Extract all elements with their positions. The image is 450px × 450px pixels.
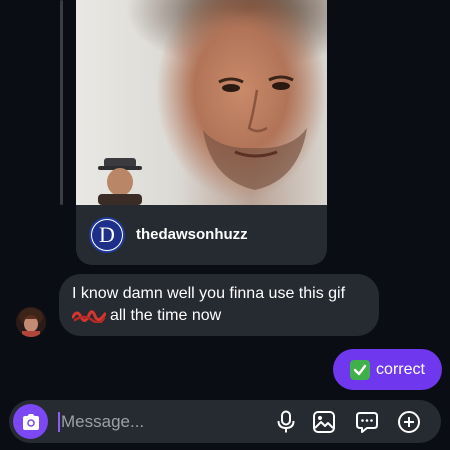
outgoing-message-text: correct (376, 360, 425, 378)
red-scribble-drawing (72, 310, 106, 323)
add-button[interactable] (397, 410, 421, 434)
message-composer (9, 400, 441, 443)
face-illustration (203, 75, 307, 190)
gallery-button[interactable] (312, 410, 336, 434)
post-author-row[interactable]: D thedawsonhuzz (76, 205, 327, 265)
microphone-icon (277, 410, 295, 433)
post-media-gif[interactable] (76, 0, 327, 205)
sticker-icon (356, 412, 378, 433)
camera-icon (22, 413, 39, 430)
author-avatar[interactable]: D (89, 217, 125, 253)
sender-avatar-image (16, 307, 46, 337)
gallery-icon (313, 411, 335, 433)
author-avatar-letter: D (92, 220, 122, 250)
sender-avatar[interactable] (16, 307, 46, 337)
incoming-message-line1: I know damn well you finna use this gif (72, 285, 346, 302)
plus-icon (398, 411, 420, 433)
white-check-mark-icon (350, 359, 371, 380)
incoming-message-line2-row: all the time now (72, 305, 372, 327)
microphone-button[interactable] (274, 410, 298, 434)
incoming-message-line2: all the time now (110, 307, 222, 324)
reply-thread-bar (60, 0, 63, 205)
inset-man-with-hat (98, 158, 142, 205)
message-input[interactable] (59, 406, 263, 438)
incoming-message-bubble[interactable]: I know damn well you finna use this gif … (59, 274, 379, 336)
camera-button[interactable] (13, 404, 48, 439)
sticker-button[interactable] (355, 410, 379, 434)
incoming-message-text: I know damn well you finna use this gif … (72, 283, 372, 327)
outgoing-message-bubble[interactable]: correct (333, 349, 442, 390)
author-username[interactable]: thedawsonhuzz (136, 226, 248, 243)
shared-post-card[interactable]: D thedawsonhuzz (76, 0, 327, 265)
